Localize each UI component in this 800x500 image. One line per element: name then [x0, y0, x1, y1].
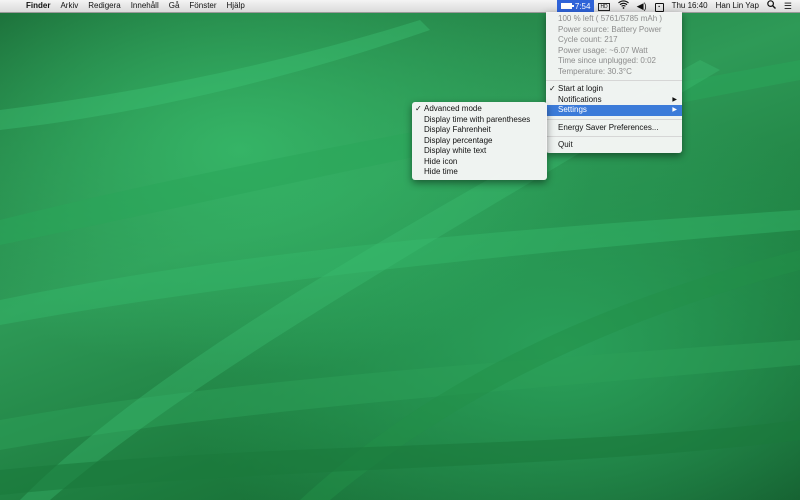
- settings-submenu: ✓ Advanced mode Display time with parent…: [412, 102, 547, 180]
- wifi-icon[interactable]: [614, 0, 633, 12]
- battery-info-unplugged: Time since unplugged: 0:02: [558, 56, 656, 65]
- menu-arkiv[interactable]: Arkiv: [55, 0, 83, 12]
- checkmark-icon: ✓: [549, 84, 556, 93]
- setting-white-text[interactable]: Display white text: [412, 146, 547, 157]
- setting-fahrenheit[interactable]: Display Fahrenheit: [412, 125, 547, 136]
- setting-advanced-mode[interactable]: ✓ Advanced mode: [412, 104, 547, 115]
- battery-info-temperature: Temperature: 30.3°C: [558, 66, 632, 76]
- notification-center-icon[interactable]: ☰: [780, 0, 800, 12]
- setting-percentage[interactable]: Display percentage: [412, 136, 547, 147]
- settings-item[interactable]: Settings ▶: [546, 105, 682, 116]
- user-name[interactable]: Han Lin Yap: [712, 0, 763, 12]
- input-source-icon[interactable]: ▪: [651, 0, 668, 12]
- clock[interactable]: Thu 16:40: [668, 0, 712, 12]
- checkmark-icon: ✓: [415, 104, 422, 113]
- notifications-item[interactable]: Notifications ▶: [546, 95, 682, 106]
- submenu-arrow-icon: ▶: [672, 107, 677, 113]
- energy-saver-item[interactable]: Energy Saver Preferences...: [546, 123, 682, 134]
- menu-separator: [546, 118, 682, 120]
- start-at-login-item[interactable]: ✓ Start at login: [546, 84, 682, 95]
- battery-status-item[interactable]: 7:54: [556, 0, 595, 12]
- menu-ga[interactable]: Gå: [164, 0, 185, 12]
- quit-item[interactable]: Quit: [546, 140, 682, 151]
- setting-hide-icon[interactable]: Hide icon: [412, 157, 547, 168]
- menu-innehall[interactable]: Innehåll: [126, 0, 164, 12]
- battery-info-usage: Power usage: ~6.07 Watt: [558, 45, 648, 55]
- battery-menu: 100 % left ( 5761/5785 mAh ) Power sourc…: [546, 12, 682, 153]
- volume-icon[interactable]: ◀): [633, 0, 651, 12]
- menu-redigera[interactable]: Redigera: [83, 0, 125, 12]
- setting-hide-time[interactable]: Hide time: [412, 167, 547, 178]
- menu-separator: [546, 80, 682, 81]
- battery-info-source: Power source: Battery Power: [558, 24, 662, 34]
- battery-info-charge: 100 % left ( 5761/5785 mAh ): [558, 14, 663, 23]
- menu-hjalp[interactable]: Hjälp: [222, 0, 250, 12]
- setting-time-parentheses[interactable]: Display time with parentheses: [412, 115, 547, 126]
- control-center-icon[interactable]: HD: [594, 0, 613, 12]
- menu-separator: [546, 136, 682, 137]
- menu-app-finder[interactable]: Finder: [21, 0, 55, 12]
- spotlight-icon[interactable]: [763, 0, 780, 12]
- menu-fonster[interactable]: Fönster: [184, 0, 221, 12]
- submenu-arrow-icon: ▶: [672, 96, 677, 103]
- battery-time: 7:54: [574, 1, 591, 11]
- battery-info-cycles: Cycle count: 217: [558, 35, 618, 44]
- battery-icon: [560, 3, 574, 9]
